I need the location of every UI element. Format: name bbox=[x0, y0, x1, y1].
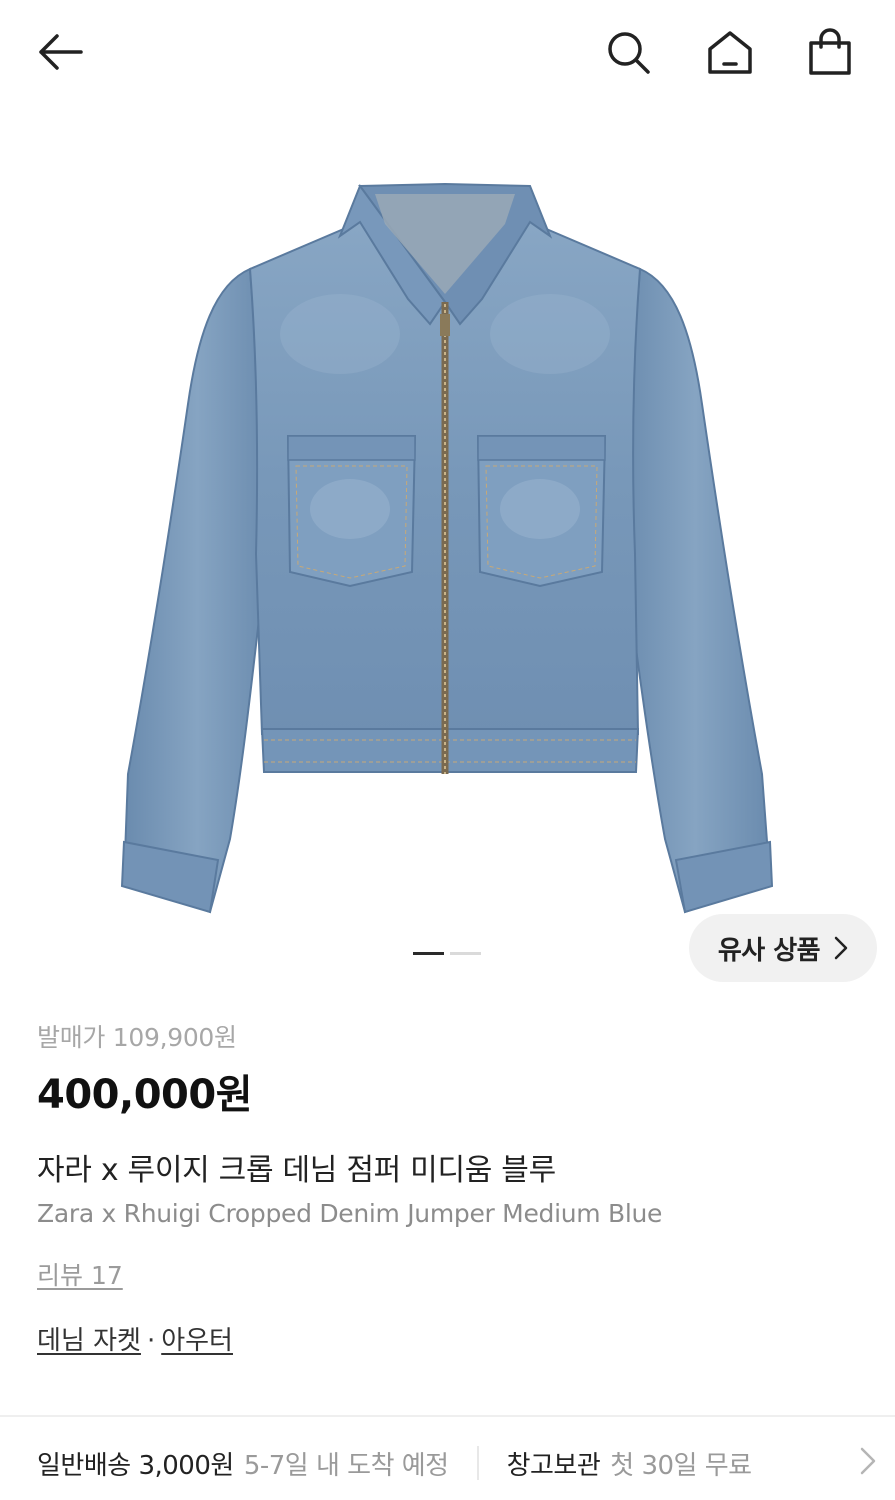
reviews-link[interactable]: 리뷰 17 bbox=[37, 1258, 123, 1294]
standard-shipping-eta: 5-7일 내 도착 예정 bbox=[243, 1450, 449, 1481]
product-name-korean: 자라 x 루이지 크롭 데님 점퍼 미디움 블루 bbox=[37, 1153, 556, 1188]
category-link-denim-jacket[interactable]: 데님 자켓 bbox=[37, 1326, 141, 1356]
chevron-right-icon[interactable] bbox=[859, 1446, 877, 1476]
current-price: 400,000원 bbox=[37, 1072, 253, 1118]
shipping-info-row[interactable]: 일반배송 3,000원 5-7일 내 도착 예정 창고보관 첫 30일 무료 bbox=[37, 1440, 877, 1486]
similar-products-label: 유사 상품 bbox=[717, 935, 821, 966]
product-info: 발매가 109,900원 400,000원 자라 x 루이지 크롭 데님 점퍼 … bbox=[37, 1020, 857, 1360]
chevron-right-icon bbox=[834, 936, 848, 960]
product-image-carousel[interactable]: 유사 상품 bbox=[0, 104, 895, 984]
product-detail-page: 유사 상품 발매가 109,900원 400,000원 자라 x 루이지 크롭 … bbox=[0, 0, 895, 1500]
shopping-bag-icon bbox=[809, 28, 851, 75]
section-divider bbox=[0, 1415, 895, 1417]
similar-products-button[interactable]: 유사 상품 bbox=[689, 914, 877, 982]
carousel-dot-1[interactable] bbox=[413, 952, 444, 955]
release-price: 발매가 109,900원 bbox=[37, 1023, 237, 1052]
home-button[interactable] bbox=[700, 22, 760, 82]
search-button[interactable] bbox=[598, 22, 658, 82]
storage-label: 창고보관 bbox=[506, 1450, 601, 1481]
search-icon bbox=[608, 32, 650, 74]
category-breadcrumb: 데님 자켓 · 아우터 bbox=[37, 1322, 857, 1360]
storage-offer: 첫 30일 무료 bbox=[610, 1450, 752, 1481]
cart-button[interactable] bbox=[800, 22, 860, 82]
arrow-left-icon bbox=[39, 34, 83, 70]
carousel-dot-2[interactable] bbox=[450, 952, 481, 955]
product-name-english: Zara x Rhuigi Cropped Denim Jumper Mediu… bbox=[37, 1199, 663, 1228]
category-separator: · bbox=[146, 1326, 156, 1356]
home-icon bbox=[708, 31, 752, 74]
back-button[interactable] bbox=[30, 22, 90, 82]
carousel-indicator bbox=[413, 952, 481, 955]
top-bar bbox=[0, 0, 895, 104]
category-link-outer[interactable]: 아우터 bbox=[161, 1326, 233, 1356]
shipping-separator bbox=[476, 1446, 479, 1480]
standard-shipping-label: 일반배송 3,000원 bbox=[37, 1450, 234, 1481]
denim-jacket-image bbox=[120, 182, 774, 914]
